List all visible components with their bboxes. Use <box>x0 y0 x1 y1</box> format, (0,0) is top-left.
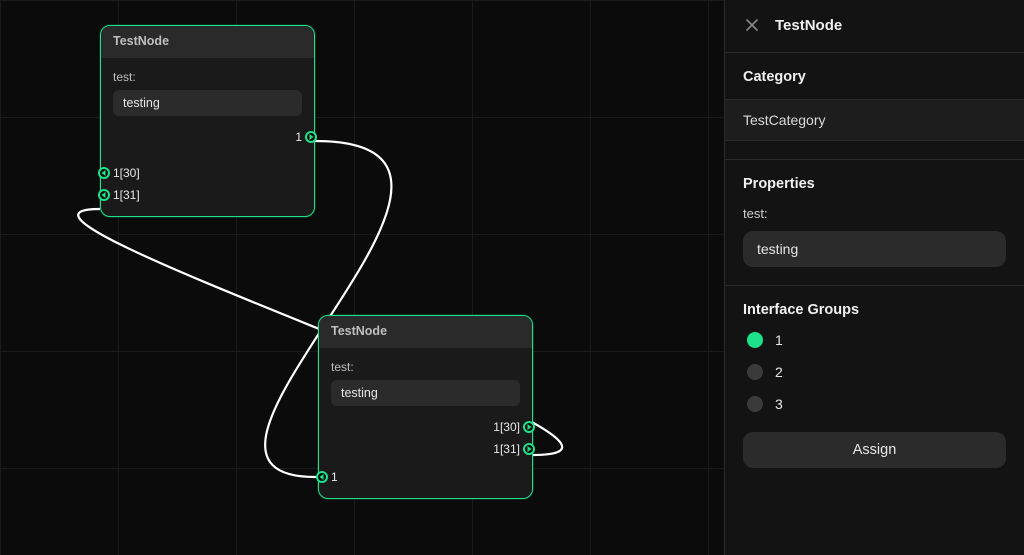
node-input-label: 1 <box>331 470 338 484</box>
interface-group-label: 1 <box>775 332 783 348</box>
inspector-panel: TestNode Category TestCategory Propertie… <box>724 0 1024 555</box>
section-heading-interface-groups: Interface Groups <box>743 302 1006 318</box>
graph-canvas[interactable]: TestNode test: 1 1[30] 1[31] TestNode te… <box>0 0 724 555</box>
node-field-input[interactable] <box>331 380 520 406</box>
node-output-port-icon[interactable] <box>305 131 317 143</box>
node-input-port-icon[interactable] <box>98 189 110 201</box>
interface-group-label: 3 <box>775 396 783 412</box>
radio-icon <box>747 364 763 380</box>
node-output-label: 1[31] <box>493 442 520 456</box>
assign-button[interactable]: Assign <box>743 432 1006 468</box>
node-input-label: 1[30] <box>113 166 140 180</box>
node-output-label: 1[30] <box>493 420 520 434</box>
inspector-title: TestNode <box>775 17 842 34</box>
node[interactable]: TestNode test: 1[30] 1[31] 1 <box>318 315 533 499</box>
node-title[interactable]: TestNode <box>101 26 314 58</box>
category-value: TestCategory <box>725 99 1024 141</box>
radio-icon <box>747 332 763 348</box>
node-output-port-icon[interactable] <box>523 421 535 433</box>
interface-group-label: 2 <box>775 364 783 380</box>
node-output-port-icon[interactable] <box>523 443 535 455</box>
radio-icon <box>747 396 763 412</box>
node-field-input[interactable] <box>113 90 302 116</box>
node-input-port-icon[interactable] <box>316 471 328 483</box>
section-heading-properties: Properties <box>743 176 1006 192</box>
node-field-label: test: <box>331 360 520 374</box>
section-heading-category: Category <box>743 69 1006 85</box>
interface-group-option[interactable]: 1 <box>747 332 1006 348</box>
property-input[interactable] <box>743 231 1006 267</box>
node[interactable]: TestNode test: 1 1[30] 1[31] <box>100 25 315 217</box>
close-icon <box>746 19 758 31</box>
interface-group-option[interactable]: 3 <box>747 396 1006 412</box>
node-title[interactable]: TestNode <box>319 316 532 348</box>
node-input-port-icon[interactable] <box>98 167 110 179</box>
close-button[interactable] <box>743 16 761 34</box>
interface-group-option[interactable]: 2 <box>747 364 1006 380</box>
property-label: test: <box>743 206 1006 221</box>
node-output-label: 1 <box>295 130 302 144</box>
node-input-label: 1[31] <box>113 188 140 202</box>
node-field-label: test: <box>113 70 302 84</box>
